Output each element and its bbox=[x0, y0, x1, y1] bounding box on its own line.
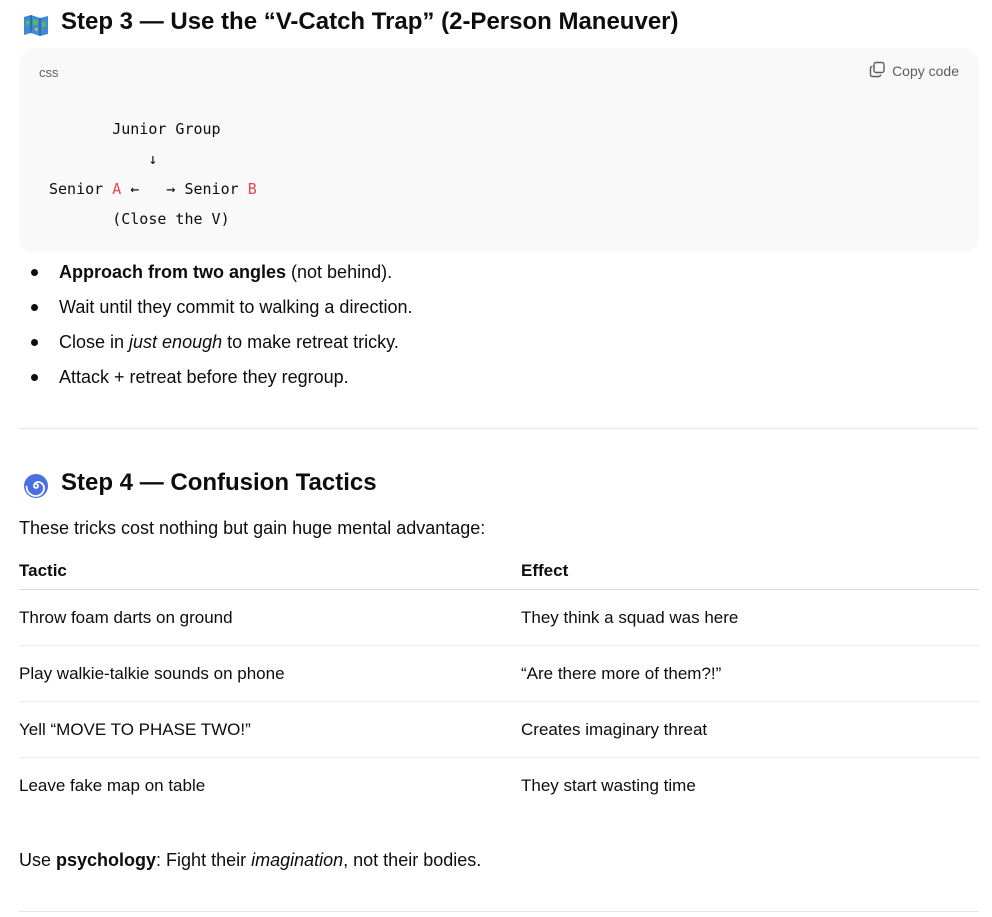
code-content: Junior Group ↓ Senior A ← → Senior B (Cl… bbox=[49, 120, 257, 228]
table-header-row: Tactic Effect bbox=[19, 552, 979, 590]
table-row: Play walkie-talkie sounds on phone “Are … bbox=[19, 645, 979, 702]
spiral-icon bbox=[23, 470, 49, 498]
tactics-table: Tactic Effect Throw foam darts on ground… bbox=[19, 552, 979, 813]
code-block: css Copy code Junior Group ↓ Senior A ← … bbox=[19, 48, 979, 253]
step4-title: Step 4 — Confusion Tactics bbox=[61, 469, 377, 496]
column-header-tactic: Tactic bbox=[19, 552, 521, 590]
table-cell: Creates imaginary threat bbox=[521, 701, 979, 758]
table-cell: “Are there more of them?!” bbox=[521, 645, 979, 702]
table-cell: Leave fake map on table bbox=[19, 775, 206, 795]
table-cell: Throw foam darts on ground bbox=[19, 589, 521, 646]
table-cell: They start wasting time bbox=[521, 775, 696, 795]
closing-paragraph: Use psychology: Fight their imagination,… bbox=[19, 850, 482, 870]
table-row: Leave fake map on table They start wasti… bbox=[19, 758, 979, 814]
copy-icon bbox=[869, 61, 886, 81]
copy-code-label: Copy code bbox=[892, 63, 959, 79]
list-item: Close in just enough to make retreat tri… bbox=[19, 325, 412, 360]
step3-heading: Step 3 — Use the “V-Catch Trap” (2-Perso… bbox=[23, 0, 679, 44]
step4-heading: Step 4 — Confusion Tactics bbox=[23, 461, 377, 505]
table-cell: Yell “MOVE TO PHASE TWO!” bbox=[19, 701, 521, 758]
copy-code-button[interactable]: Copy code bbox=[869, 61, 959, 81]
section-divider bbox=[19, 428, 979, 429]
table-row: Throw foam darts on ground They think a … bbox=[19, 589, 979, 646]
map-icon bbox=[23, 9, 49, 36]
table-cell: They think a squad was here bbox=[521, 589, 979, 646]
step3-bullet-list: Approach from two angles (not behind). W… bbox=[19, 255, 412, 395]
table-cell: Play walkie-talkie sounds on phone bbox=[19, 645, 521, 702]
list-item: Attack + retreat before they regroup. bbox=[19, 360, 412, 395]
list-item: Approach from two angles (not behind). bbox=[19, 255, 412, 290]
table-row: Yell “MOVE TO PHASE TWO!” Creates imagin… bbox=[19, 701, 979, 758]
step3-title: Step 3 — Use the “V-Catch Trap” (2-Perso… bbox=[61, 8, 679, 35]
column-header-effect: Effect bbox=[521, 552, 979, 590]
list-item: Wait until they commit to walking a dire… bbox=[19, 290, 412, 325]
step4-intro: These tricks cost nothing but gain huge … bbox=[19, 518, 486, 538]
section-divider bbox=[19, 911, 979, 912]
code-language-label: css bbox=[39, 65, 59, 80]
